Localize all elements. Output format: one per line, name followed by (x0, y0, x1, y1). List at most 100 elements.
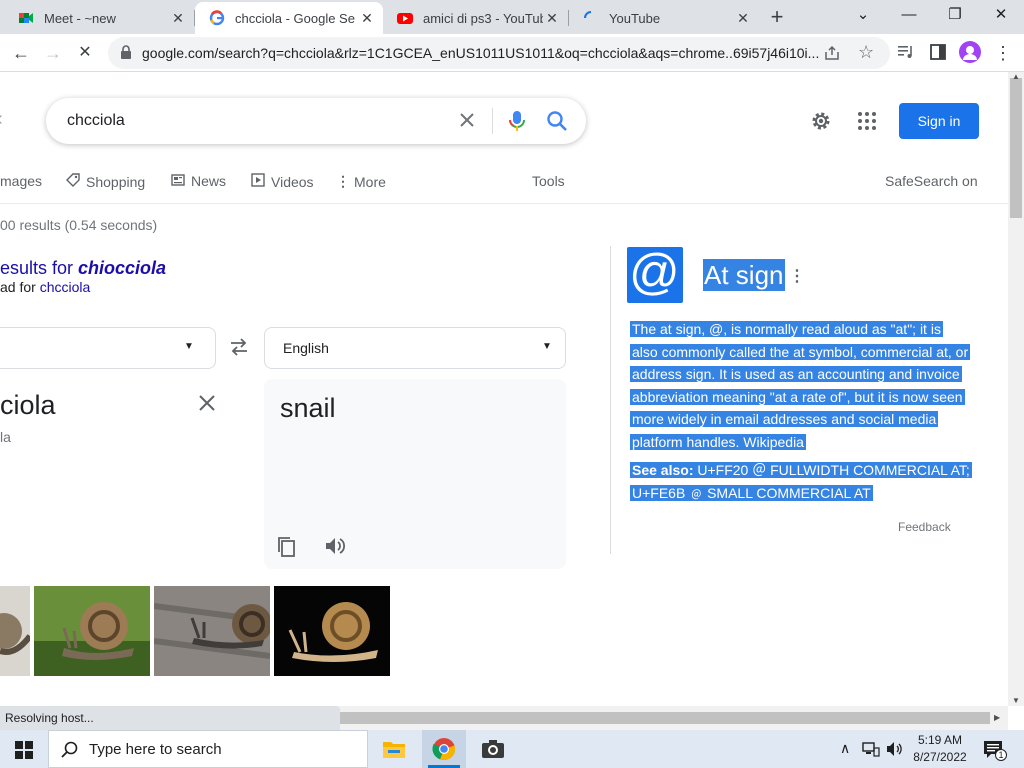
nav-divider (0, 203, 1008, 204)
google-icon (209, 10, 225, 26)
target-language-select[interactable]: English ▼ (264, 327, 566, 369)
restore-button[interactable]: ❐ (932, 0, 978, 30)
showing-results-line: esults for chiocciola (0, 258, 166, 279)
search-input[interactable]: chcciola (67, 112, 125, 130)
share-icon[interactable] (824, 45, 840, 66)
windows-taskbar: Type here to search ∧ 5:19 AM 8/27/2022 … (0, 730, 1024, 768)
taskbar-search-placeholder: Type here to search (89, 741, 222, 758)
search-icon (61, 741, 79, 764)
nav-images[interactable]: mages (0, 173, 42, 189)
tag-icon (66, 173, 80, 190)
bookmark-star-icon[interactable]: ☆ (858, 42, 874, 63)
show-hidden-icons-chevron-icon[interactable]: ∧ (840, 740, 850, 757)
microphone-icon[interactable] (509, 110, 525, 137)
nav-news[interactable]: News (171, 173, 226, 189)
google-logo-fragment[interactable]: ‹ (0, 108, 3, 131)
more-options-icon[interactable]: ⋮ (789, 266, 805, 286)
at-sign-logo[interactable]: @ (627, 244, 683, 303)
nav-label: More (354, 173, 386, 190)
speaker-icon[interactable] (324, 536, 346, 561)
youtube-icon (397, 10, 413, 26)
tab-title: YouTube (609, 10, 661, 26)
apps-grid-icon[interactable] (857, 111, 877, 136)
feedback-link[interactable]: Feedback (898, 520, 951, 534)
see-also-block: See also: U+FF20 ＠ FULLWIDTH COMMERCIAL … (630, 462, 972, 501)
nav-label: mages (0, 173, 43, 189)
url-text[interactable]: google.com/search?q=chcciola&rlz=1C1GCEA… (142, 45, 822, 61)
image-result[interactable] (274, 586, 390, 676)
network-icon[interactable] (862, 741, 880, 762)
scroll-down-arrow-icon[interactable]: ▼ (1012, 696, 1020, 705)
source-text[interactable]: ciola (0, 390, 56, 421)
tab-title: Meet - ~new (44, 10, 116, 26)
meet-icon (18, 10, 34, 26)
tab-close-icon[interactable]: ✕ (170, 10, 186, 26)
tab-meet[interactable]: Meet - ~new ✕ (4, 2, 194, 34)
knowledge-panel-description: The at sign, @, is normally read aloud a… (630, 318, 972, 504)
tab-strip: Meet - ~new ✕ chcciola - Google Search ✕… (0, 0, 1024, 34)
search-icon[interactable] (546, 110, 568, 137)
sign-in-button[interactable]: Sign in (899, 103, 979, 139)
notification-count-badge: 1 (995, 749, 1007, 761)
stop-loading-button[interactable]: ✕ (70, 38, 100, 68)
volume-icon[interactable] (886, 741, 904, 762)
image-result[interactable] (0, 586, 30, 676)
nav-videos[interactable]: Videos (251, 173, 314, 190)
safesearch-toggle[interactable]: SafeSearch on (885, 173, 978, 189)
nav-label: Videos (271, 173, 314, 190)
tab-search-button[interactable]: ⌄ (840, 0, 886, 30)
chrome-taskbar-button[interactable] (422, 730, 466, 768)
tab-youtube-amici[interactable]: amici di ps3 - YouTube ✕ (383, 2, 568, 34)
new-tab-button[interactable]: + (762, 2, 792, 32)
image-result[interactable] (34, 586, 150, 676)
scroll-up-arrow-icon[interactable]: ▲ (1012, 72, 1020, 81)
source-language-select[interactable]: ▼ (0, 327, 216, 369)
result-stats: 00 results (0.54 seconds) (0, 217, 158, 233)
nav-label: SafeSearch on (885, 173, 978, 189)
tab-close-icon[interactable]: ✕ (735, 10, 751, 26)
back-button[interactable]: ← (6, 38, 36, 68)
image-result[interactable] (154, 586, 270, 676)
horizontal-scroll-thumb[interactable] (340, 712, 990, 724)
clock-date: 8/27/2022 (913, 750, 967, 764)
translation-output: snail (264, 379, 566, 569)
clear-icon[interactable] (458, 111, 476, 134)
side-panel-icon[interactable] (930, 44, 946, 65)
nav-shopping[interactable]: Shopping (66, 173, 145, 190)
chrome-menu-icon[interactable]: ⋮ (988, 38, 1018, 68)
scroll-right-arrow-icon[interactable]: ▶ (994, 713, 1000, 722)
copy-icon[interactable] (277, 536, 297, 563)
search-instead-line: ad for chcciola (0, 279, 90, 295)
nav-label: Shopping (86, 173, 146, 190)
camera-app-icon[interactable] (481, 739, 505, 764)
tab-google-search[interactable]: chcciola - Google Search ✕ (195, 2, 383, 34)
clock[interactable]: 5:19 AM 8/27/2022 (908, 732, 972, 766)
swap-languages-icon[interactable] (229, 338, 249, 361)
original-query-link[interactable]: chcciola (40, 279, 91, 295)
search-box[interactable]: chcciola (46, 98, 586, 144)
nav-more[interactable]: ⋮ More (336, 173, 386, 190)
translated-text: snail (280, 393, 336, 423)
minimize-button[interactable]: — (886, 0, 932, 30)
vertical-scroll-thumb[interactable] (1010, 78, 1022, 218)
profile-avatar[interactable] (959, 41, 981, 63)
status-bubble: Resolving host... (0, 706, 340, 730)
nav-tools[interactable]: Tools (532, 173, 565, 189)
tab-close-icon[interactable]: ✕ (544, 10, 560, 26)
close-window-button[interactable]: ✕ (978, 0, 1024, 30)
tab-youtube[interactable]: YouTube ✕ (569, 2, 759, 34)
corrected-query-link[interactable]: chiocciola (78, 258, 166, 278)
forward-button[interactable]: → (38, 38, 68, 68)
media-control-icon[interactable] (898, 45, 914, 64)
tab-close-icon[interactable]: ✕ (359, 10, 375, 26)
settings-gear-icon[interactable] (809, 109, 833, 138)
taskbar-search-box[interactable]: Type here to search (48, 730, 368, 768)
nav-label: Tools (532, 173, 565, 189)
file-explorer-icon[interactable] (382, 738, 406, 765)
kebab-icon: ⋮ (336, 173, 350, 189)
address-bar[interactable]: google.com/search?q=chcciola&rlz=1C1GCEA… (108, 37, 890, 69)
source-transliteration: la (0, 429, 11, 445)
clear-source-icon[interactable] (198, 394, 216, 417)
lock-icon[interactable] (120, 45, 132, 64)
windows-start-icon[interactable] (15, 741, 33, 764)
